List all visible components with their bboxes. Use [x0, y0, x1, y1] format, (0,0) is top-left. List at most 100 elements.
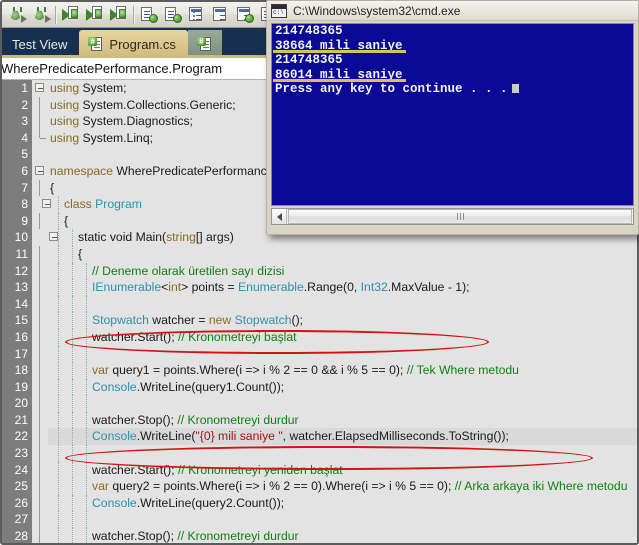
code-text[interactable]: watcher.Stop(); // Kronometreyi durdur: [48, 412, 639, 429]
fold-margin[interactable]: [32, 346, 48, 363]
fold-margin[interactable]: [32, 163, 48, 180]
add-list-button[interactable]: [161, 4, 185, 26]
code-line[interactable]: 23: [2, 445, 639, 462]
code-line[interactable]: 26Console.WriteLine(query2.Count());: [2, 495, 639, 512]
indent-guide: [86, 428, 87, 445]
cmd-horizontal-scrollbar[interactable]: [271, 208, 634, 225]
fold-margin[interactable]: [32, 296, 48, 313]
code-line[interactable]: 19Console.WriteLine(query1.Count());: [2, 379, 639, 396]
fold-margin[interactable]: [32, 97, 48, 114]
fold-guide-line: [39, 445, 40, 462]
code-token: class: [64, 197, 95, 211]
fold-margin[interactable]: [32, 462, 48, 479]
fold-margin[interactable]: [32, 229, 48, 246]
tab-test-view[interactable]: Test View: [2, 30, 79, 58]
code-text[interactable]: {: [48, 246, 639, 263]
fold-margin[interactable]: [32, 180, 48, 197]
fold-margin[interactable]: [32, 130, 48, 147]
code-line[interactable]: 22Console.WriteLine("{0} mili saniye ", …: [2, 428, 639, 445]
fold-margin[interactable]: [32, 528, 48, 545]
fold-guide-line: [39, 97, 40, 114]
code-text[interactable]: [48, 296, 639, 313]
code-line[interactable]: 12// Deneme olarak üretilen sayı dizisi: [2, 263, 639, 280]
collapse-minus-icon[interactable]: [35, 166, 44, 175]
code-text[interactable]: Console.WriteLine(query2.Count());: [48, 495, 639, 512]
code-text[interactable]: Console.WriteLine(query1.Count());: [48, 379, 639, 396]
step-into-button[interactable]: [107, 4, 131, 26]
fold-margin[interactable]: [32, 263, 48, 280]
code-text[interactable]: watcher.Start(); // Kronometreyi yeniden…: [48, 462, 639, 479]
code-line[interactable]: 25var query2 = points.Where(i => i % 2 =…: [2, 478, 639, 495]
code-line[interactable]: 21watcher.Stop(); // Kronometreyi durdur: [2, 412, 639, 429]
fold-margin[interactable]: [32, 395, 48, 412]
fold-margin[interactable]: [32, 312, 48, 329]
code-token: System.Diagnostics;: [83, 114, 193, 128]
code-text[interactable]: [48, 395, 639, 412]
fold-margin[interactable]: [32, 196, 48, 213]
code-line[interactable]: 16watcher.Start(); // Kronometreyi başla…: [2, 329, 639, 346]
code-text[interactable]: var query2 = points.Where(i => i % 2 == …: [48, 478, 639, 495]
fold-guide-line: [39, 362, 40, 379]
line-number: 18: [2, 362, 32, 379]
code-text[interactable]: [48, 346, 639, 363]
code-line[interactable]: 27: [2, 511, 639, 528]
start-debugging-button[interactable]: [59, 4, 83, 26]
fold-margin[interactable]: [32, 246, 48, 263]
properties-window-button[interactable]: [185, 4, 209, 26]
line-number: 15: [2, 312, 32, 329]
code-text[interactable]: watcher.Stop(); // Kronometreyi durdur: [48, 528, 639, 545]
new-item-button[interactable]: [137, 4, 161, 26]
code-line[interactable]: 14: [2, 296, 639, 313]
fold-margin[interactable]: [32, 379, 48, 396]
cmd-console-window[interactable]: C:\Windows\system32\cmd.exe 214748365386…: [266, 0, 639, 235]
code-token: static void: [78, 230, 136, 244]
fold-margin[interactable]: [32, 329, 48, 346]
fold-margin[interactable]: [32, 495, 48, 512]
code-line[interactable]: 24watcher.Start(); // Kronometreyi yenid…: [2, 462, 639, 479]
line-number: 23: [2, 445, 32, 462]
line-number: 28: [2, 528, 32, 545]
code-line[interactable]: 11{: [2, 246, 639, 263]
code-text[interactable]: Console.WriteLine("{0} mili saniye ", wa…: [48, 428, 639, 445]
breadcrumb[interactable]: WherePredicatePerformance.Program: [0, 61, 222, 76]
debug-tests-button[interactable]: [29, 4, 53, 26]
code-text[interactable]: [48, 511, 639, 528]
fold-margin[interactable]: [32, 213, 48, 230]
code-line[interactable]: 28 watcher.Stop(); // Kronometreyi durdur: [2, 528, 639, 545]
fold-margin[interactable]: [32, 511, 48, 528]
code-text[interactable]: var query1 = points.Where(i => i % 2 == …: [48, 362, 639, 379]
code-text[interactable]: // Deneme olarak üretilen sayı dizisi: [48, 263, 639, 280]
tab-program-cs[interactable]: # Program.cs: [79, 30, 187, 58]
indent-guide: [58, 296, 59, 313]
tab-overflow-button[interactable]: #: [188, 30, 222, 58]
scrollbar-thumb[interactable]: [288, 209, 632, 224]
cmd-title-bar[interactable]: C:\Windows\system32\cmd.exe: [267, 1, 638, 21]
fold-margin[interactable]: [32, 146, 48, 163]
code-line[interactable]: 13IEnumerable<int> points = Enumerable.R…: [2, 279, 639, 296]
object-browser-button[interactable]: [209, 4, 233, 26]
fold-margin[interactable]: [32, 80, 48, 97]
indent-guide: [72, 495, 73, 512]
scroll-left-arrow-icon[interactable]: [272, 209, 287, 224]
code-line[interactable]: 20: [2, 395, 639, 412]
fold-margin[interactable]: [32, 412, 48, 429]
toolbox-button[interactable]: [233, 4, 257, 26]
fold-margin[interactable]: [32, 113, 48, 130]
code-text[interactable]: [48, 445, 639, 462]
fold-margin[interactable]: [32, 445, 48, 462]
fold-margin[interactable]: [32, 428, 48, 445]
fold-margin[interactable]: [32, 478, 48, 495]
cmd-output-area: 21474836538664 mili saniye 2147483658601…: [271, 23, 634, 206]
step-over-button[interactable]: [83, 4, 107, 26]
code-line[interactable]: 15 Stopwatch watcher = new Stopwatch();: [2, 312, 639, 329]
fold-margin[interactable]: [32, 279, 48, 296]
indent-guide: [58, 445, 59, 462]
collapse-minus-icon[interactable]: [35, 83, 44, 92]
code-text[interactable]: watcher.Start(); // Kronometreyi başlat: [48, 329, 639, 346]
code-line[interactable]: 18 var query1 = points.Where(i => i % 2 =…: [2, 362, 639, 379]
code-line[interactable]: 17: [2, 346, 639, 363]
run-tests-button[interactable]: [5, 4, 29, 26]
code-text[interactable]: Stopwatch watcher = new Stopwatch();: [48, 312, 639, 329]
fold-margin[interactable]: [32, 362, 48, 379]
code-text[interactable]: IEnumerable<int> points = Enumerable.Ran…: [48, 279, 639, 296]
